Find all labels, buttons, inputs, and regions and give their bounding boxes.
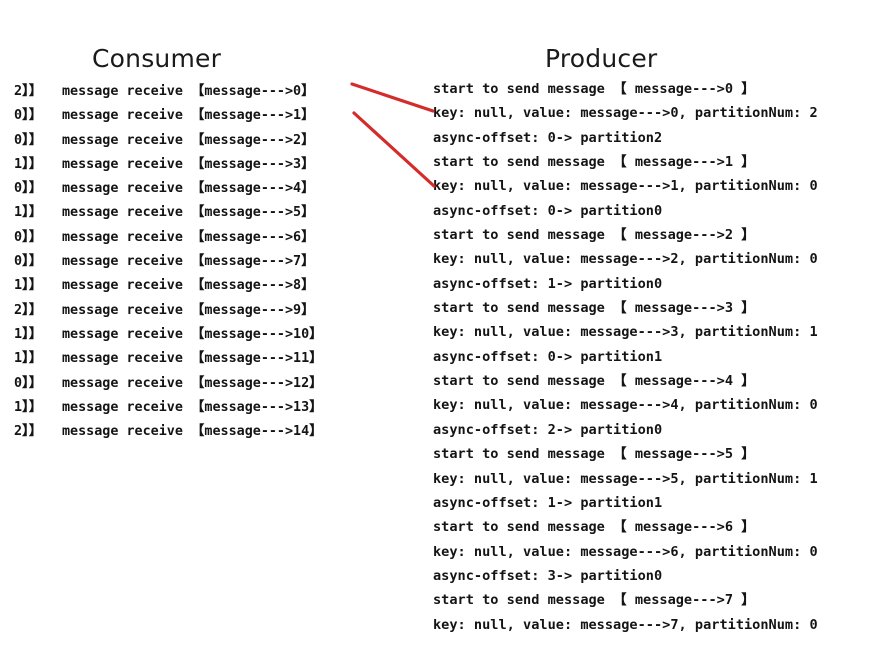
producer-log-line: async-offset: 3-> partition0 [433, 567, 663, 584]
consumer-log-line: 2】】 message receive 【message--->14】 [0, 420, 420, 444]
consumer-line-partition-prefix: 1】】 [14, 205, 43, 221]
consumer-line-partition-prefix: 2】】 [14, 424, 43, 440]
consumer-line-partition-prefix: 0】】 [14, 375, 43, 391]
consumer-line-text: message receive 【message--->3】 [62, 156, 315, 172]
consumer-line-text: message receive 【message--->8】 [62, 278, 315, 294]
consumer-log-line: 1】】 message receive 【message--->3】 [0, 153, 420, 177]
consumer-log-line: 0】】 message receive 【message--->7】 [0, 250, 420, 274]
consumer-line-text: message receive 【message--->13】 [62, 399, 323, 415]
consumer-line-text: message receive 【message--->7】 [62, 254, 315, 270]
consumer-line-partition-prefix: 1】】 [14, 399, 43, 415]
producer-log-line: key: null, value: message--->0, partitio… [433, 105, 818, 122]
consumer-line-partition-prefix: 0】】 [14, 181, 43, 197]
screenshot-canvas: Consumer 2】】 message receive 【message--->… [0, 0, 880, 649]
producer-log-line: async-offset: 0-> partition2 [433, 129, 663, 146]
producer-log-line: key: null, value: message--->7, partitio… [433, 616, 818, 633]
producer-log-output: start to send message 【 message--->0 】 ke… [433, 77, 880, 637]
consumer-log-line: 0】】 message receive 【message--->4】 [0, 177, 420, 201]
consumer-line-partition-prefix: 2】】 [14, 84, 43, 99]
producer-log-line: async-offset: 2-> partition0 [433, 421, 663, 438]
producer-log-line: key: null, value: message--->3, partitio… [433, 324, 818, 341]
consumer-log-line: 1】】 message receive 【message--->11】 [0, 347, 420, 371]
consumer-line-partition-prefix: 2】】 [14, 302, 43, 318]
producer-log-line: start to send message 【 message--->4 】 [433, 373, 755, 390]
producer-log-line: key: null, value: message--->5, partitio… [433, 470, 818, 487]
consumer-line-text: message receive 【message--->1】 [62, 108, 315, 124]
consumer-line-partition-prefix: 0】】 [14, 229, 43, 245]
producer-log-line: start to send message 【 message--->3 】 [433, 300, 755, 317]
consumer-line-partition-prefix: 1】】 [14, 351, 43, 367]
consumer-line-text: message receive 【message--->2】 [62, 132, 315, 148]
producer-log-line: key: null, value: message--->4, partitio… [433, 397, 818, 414]
producer-log-line: start to send message 【 message--->1 】 [433, 154, 755, 171]
producer-log-line: start to send message 【 message--->5 】 [433, 446, 755, 463]
producer-log-line: start to send message 【 message--->7 】 [433, 592, 755, 609]
producer-title: Producer [545, 44, 658, 73]
consumer-line-text: message receive 【message--->4】 [62, 181, 315, 197]
producer-log-line: start to send message 【 message--->0 】 [433, 81, 755, 97]
consumer-log-line: 0】】 message receive 【message--->2】 [0, 129, 420, 153]
producer-log-line: async-offset: 1-> partition0 [433, 275, 663, 292]
producer-log-line: key: null, value: message--->6, partitio… [433, 543, 818, 560]
consumer-line-partition-prefix: 0】】 [14, 108, 43, 124]
consumer-log-line: 0】】 message receive 【message--->1】 [0, 104, 420, 128]
consumer-line-text: message receive 【message--->9】 [62, 302, 315, 318]
producer-log-line: key: null, value: message--->1, partitio… [433, 178, 818, 195]
producer-log-line: async-offset: 0-> partition0 [433, 202, 663, 219]
consumer-line-text: message receive 【message--->10】 [62, 326, 323, 342]
producer-log-line: start to send message 【 message--->2 】 [433, 227, 755, 244]
consumer-log-line: 1】】 message receive 【message--->10】 [0, 323, 420, 347]
consumer-line-partition-prefix: 0】】 [14, 254, 43, 270]
producer-log-line: async-offset: 1-> partition1 [433, 494, 663, 511]
consumer-line-text: message receive 【message--->6】 [62, 229, 315, 245]
producer-log-line: start to send message 【 message--->6 】 [433, 519, 755, 536]
consumer-line-text: message receive 【message--->0】 [62, 84, 315, 99]
consumer-line-text: message receive 【message--->11】 [62, 351, 323, 367]
producer-log-line: async-offset: 0-> partition1 [433, 348, 663, 365]
consumer-log-line: 1】】 message receive 【message--->5】 [0, 201, 420, 225]
consumer-title: Consumer [92, 44, 222, 73]
consumer-log-line: 2】】 message receive 【message--->9】 [0, 299, 420, 323]
consumer-log-line: 1】】 message receive 【message--->13】 [0, 396, 420, 420]
consumer-log-output: 2】】 message receive 【message--->0】 0】】 mess… [0, 80, 420, 444]
consumer-log-line: 0】】 message receive 【message--->12】 [0, 372, 420, 396]
consumer-line-text: message receive 【message--->12】 [62, 375, 323, 391]
consumer-log-line: 0】】 message receive 【message--->6】 [0, 226, 420, 250]
consumer-log-line: 2】】 message receive 【message--->0】 [0, 80, 420, 104]
consumer-line-partition-prefix: 1】】 [14, 156, 43, 172]
consumer-log-line: 1】】 message receive 【message--->8】 [0, 274, 420, 298]
consumer-line-partition-prefix: 1】】 [14, 326, 43, 342]
consumer-line-partition-prefix: 0】】 [14, 132, 43, 148]
consumer-line-partition-prefix: 1】】 [14, 278, 43, 294]
consumer-line-text: message receive 【message--->5】 [62, 205, 315, 221]
consumer-line-text: message receive 【message--->14】 [62, 424, 323, 440]
producer-log-line: key: null, value: message--->2, partitio… [433, 251, 818, 268]
